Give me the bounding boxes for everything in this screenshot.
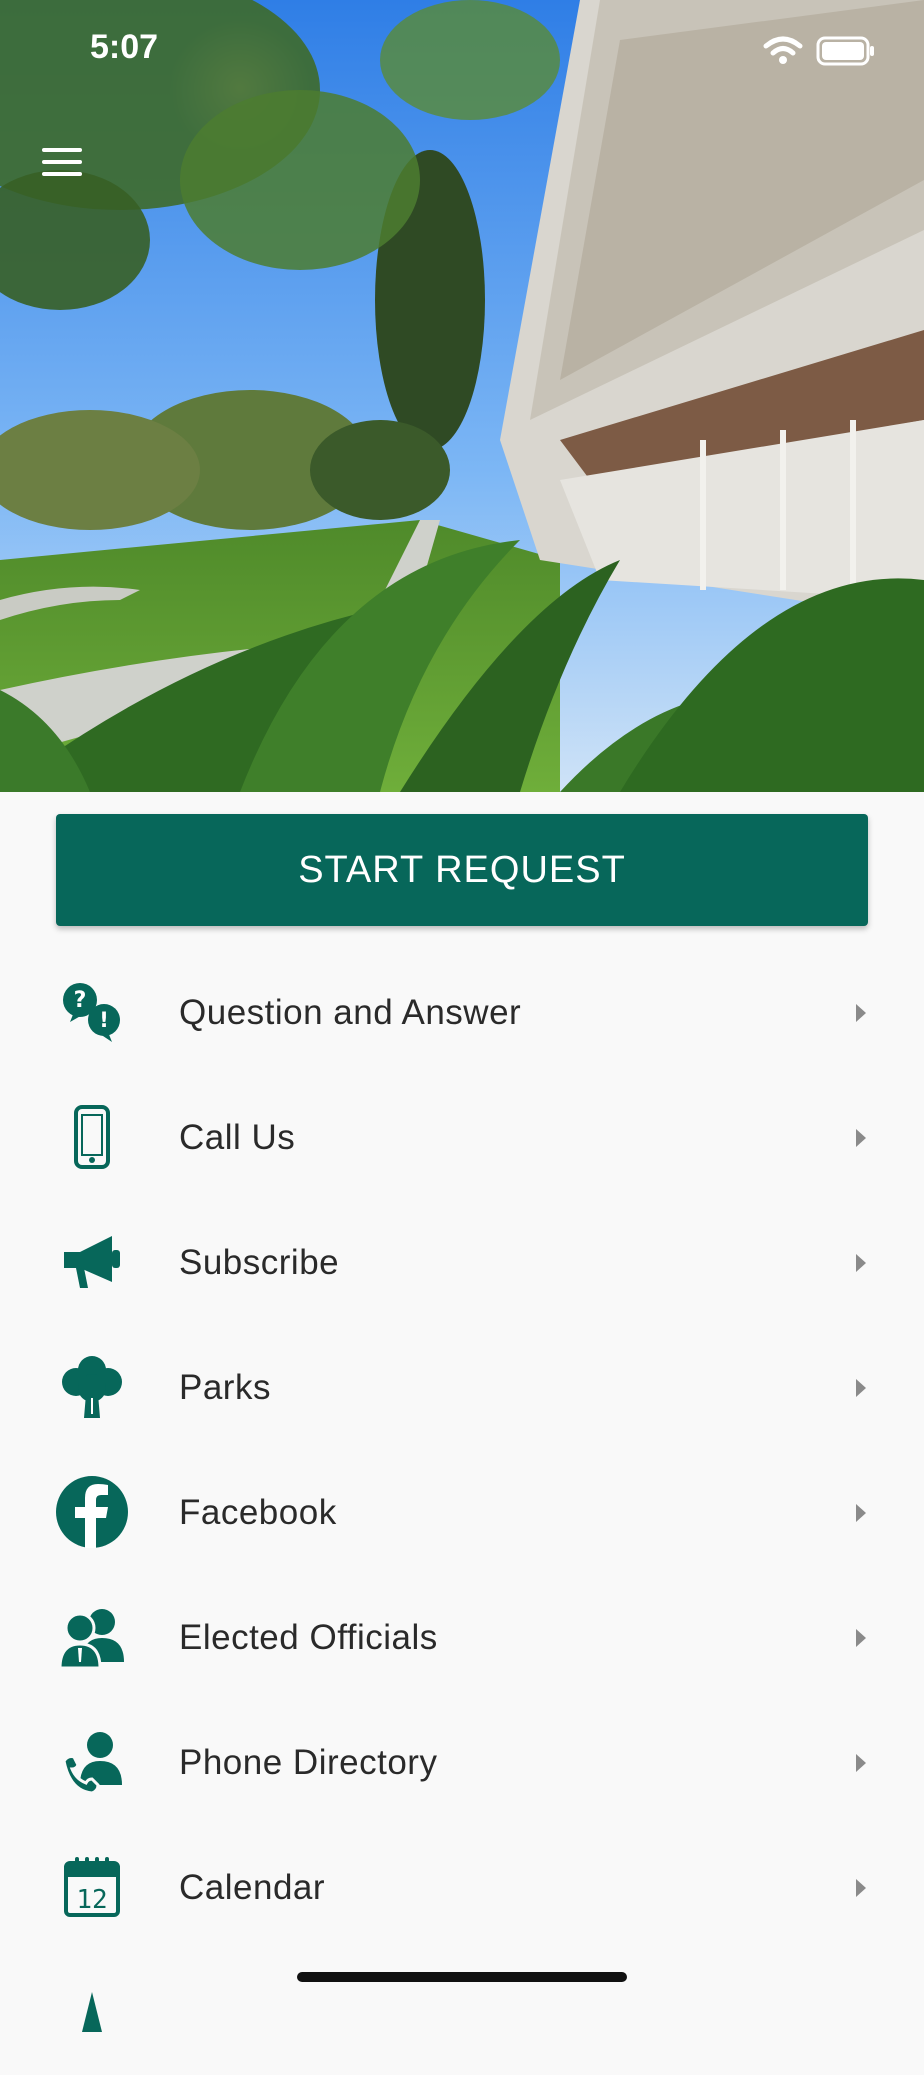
menu-item-question-and-answer[interactable]: ? ! Question and Answer <box>0 950 924 1075</box>
megaphone-icon <box>52 1222 132 1302</box>
menu-item-label: Calendar <box>179 1868 326 1907</box>
status-bar: 5:07 <box>0 0 924 100</box>
menu-item-parks[interactable]: Parks <box>0 1325 924 1450</box>
status-icons <box>763 36 874 66</box>
menu-item-phone-directory[interactable]: Phone Directory <box>0 1700 924 1825</box>
hero-image <box>0 0 924 792</box>
svg-text:?: ? <box>74 988 87 1013</box>
people-icon <box>52 1597 132 1677</box>
hamburger-menu-button[interactable] <box>38 142 90 182</box>
question-answer-icon: ? ! <box>52 972 132 1052</box>
battery-icon <box>816 36 874 66</box>
home-indicator <box>297 1972 627 1982</box>
chevron-right-icon <box>856 1754 866 1772</box>
wifi-icon <box>763 36 803 64</box>
menu-item-call-us[interactable]: Call Us <box>0 1075 924 1200</box>
menu-item-label: Phone Directory <box>179 1743 438 1782</box>
chevron-right-icon <box>856 1379 866 1397</box>
chevron-right-icon <box>856 1504 866 1522</box>
partial-icon <box>52 1972 132 2052</box>
chevron-right-icon <box>856 1004 866 1022</box>
menu-item-subscribe[interactable]: Subscribe <box>0 1200 924 1325</box>
status-time: 5:07 <box>90 28 159 66</box>
menu-item-label: Call Us <box>179 1118 296 1157</box>
svg-text:12: 12 <box>76 1885 107 1915</box>
start-request-button[interactable]: START REQUEST <box>56 814 868 926</box>
menu-item-elected-officials[interactable]: Elected Officials <box>0 1575 924 1700</box>
menu-list: ? ! Question and Answer Call Us Subscrib… <box>0 950 924 2075</box>
menu-item-label: Parks <box>179 1368 271 1407</box>
menu-item-label: Subscribe <box>179 1243 340 1282</box>
facebook-icon <box>52 1472 132 1552</box>
menu-item-label: Question and Answer <box>179 993 522 1032</box>
phone-contact-icon <box>52 1722 132 1802</box>
mobile-phone-icon <box>52 1097 132 1177</box>
menu-item-label: Facebook <box>179 1493 337 1532</box>
chevron-right-icon <box>856 1254 866 1272</box>
menu-item-label: Elected Officials <box>179 1618 438 1657</box>
tree-icon <box>52 1347 132 1427</box>
chevron-right-icon <box>856 1879 866 1897</box>
chevron-right-icon <box>856 1129 866 1147</box>
chevron-right-icon <box>856 1629 866 1647</box>
menu-item-calendar[interactable]: 12 Calendar <box>0 1825 924 1950</box>
menu-item-facebook[interactable]: Facebook <box>0 1450 924 1575</box>
calendar-icon: 12 <box>52 1847 132 1927</box>
menu-item-partial[interactable] <box>0 1950 924 2075</box>
svg-text:!: ! <box>99 1008 109 1032</box>
